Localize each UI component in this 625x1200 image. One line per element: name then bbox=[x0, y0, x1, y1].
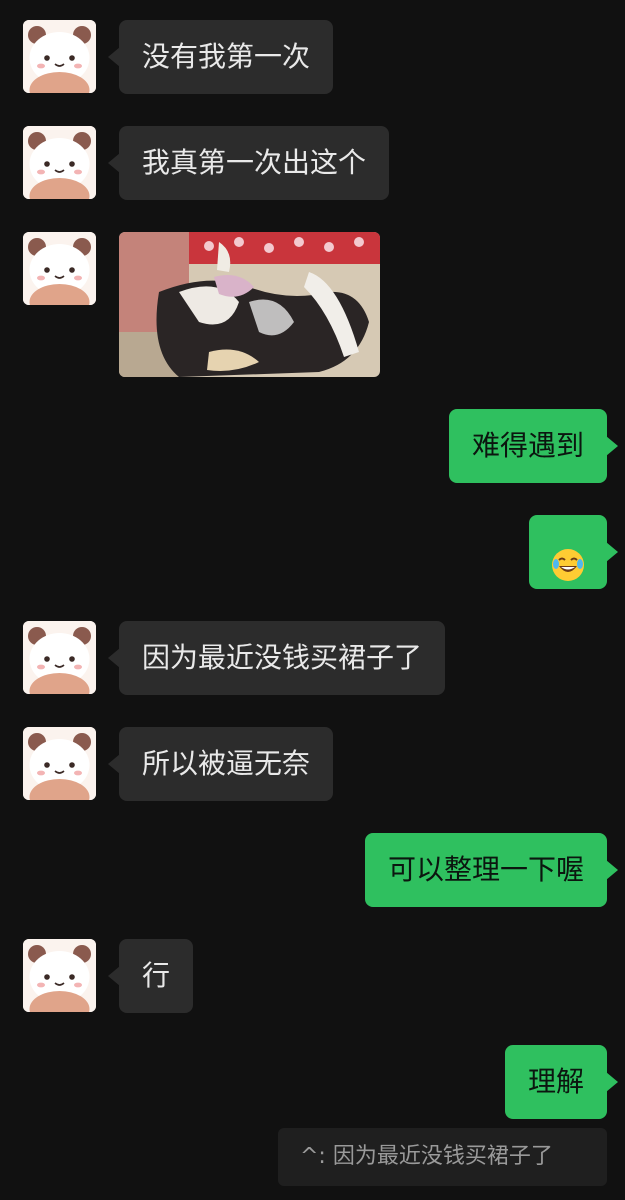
message-bubble-incoming[interactable]: 因为最近没钱买裙子了 bbox=[107, 621, 446, 695]
contact-avatar[interactable] bbox=[23, 232, 96, 305]
quoted-message[interactable]: ^: 因为最近没钱买裙子了 bbox=[278, 1128, 607, 1186]
message-bubble-outgoing[interactable]: 理解 bbox=[504, 1045, 619, 1119]
message-bubble-incoming[interactable]: 没有我第一次 bbox=[107, 20, 334, 94]
contact-avatar[interactable] bbox=[23, 621, 96, 694]
message-bubble-incoming[interactable]: 所以被逼无奈 bbox=[107, 727, 334, 801]
contact-avatar[interactable] bbox=[23, 939, 96, 1012]
tears-of-joy-emoji bbox=[551, 536, 585, 581]
message-bubble-outgoing[interactable]: 难得遇到 bbox=[448, 409, 619, 483]
message-bubble-outgoing[interactable] bbox=[529, 515, 618, 589]
message-image[interactable] bbox=[119, 232, 380, 377]
contact-avatar[interactable] bbox=[23, 727, 96, 800]
message-bubble-incoming[interactable]: 我真第一次出这个 bbox=[107, 126, 390, 200]
contact-avatar[interactable] bbox=[23, 20, 96, 93]
message-bubble-outgoing[interactable]: 可以整理一下喔 bbox=[364, 833, 619, 907]
contact-avatar[interactable] bbox=[23, 126, 96, 199]
chat-window: 没有我第一次 我真第一次出这个 难得遇到 因为最近没钱买裙子了 所以被逼无奈 可… bbox=[0, 0, 625, 1200]
message-bubble-incoming[interactable]: 行 bbox=[107, 939, 194, 1013]
